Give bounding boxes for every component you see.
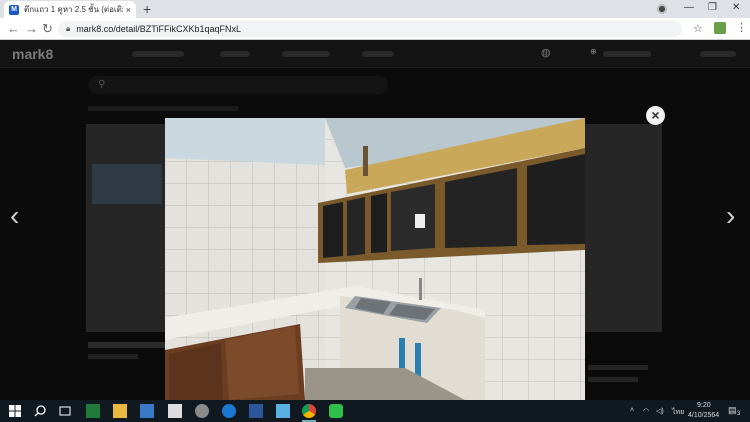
search-icon[interactable] (33, 404, 47, 418)
task-view-icon[interactable] (58, 404, 72, 418)
maximize-button[interactable]: ❐ (708, 2, 717, 13)
lightbox-photo (165, 118, 585, 400)
photos-icon[interactable] (276, 404, 290, 418)
minimize-button[interactable]: — (684, 2, 694, 13)
nav-item[interactable] (132, 51, 184, 57)
line-app-icon[interactable] (329, 404, 343, 418)
breadcrumb (88, 106, 238, 111)
word-icon[interactable] (249, 404, 263, 418)
lightbox-close-button[interactable]: × (646, 106, 665, 125)
store-icon[interactable] (140, 404, 154, 418)
listing-title (88, 342, 168, 348)
nav-item[interactable] (362, 51, 394, 57)
clock-date[interactable]: 4/10/2564 (688, 412, 719, 419)
windows-start-icon[interactable] (8, 404, 22, 418)
site-logo[interactable]: mark8 (12, 46, 53, 62)
tab-close-icon[interactable]: × (126, 5, 131, 15)
network-icon[interactable]: ◠ (643, 407, 649, 415)
language-indicator[interactable]: ไทย (672, 407, 684, 418)
search-icon: ⚲ (98, 79, 106, 90)
post-listing-label (603, 51, 651, 57)
excel-icon[interactable] (86, 404, 100, 418)
window-close-button[interactable]: ✕ (732, 2, 740, 13)
listing-side-text (588, 365, 648, 370)
mail-icon[interactable] (168, 404, 182, 418)
lock-icon: 🔒︎ (66, 24, 71, 33)
browser-menu-icon[interactable]: ⋮ (736, 21, 747, 34)
extension-icon[interactable] (714, 22, 726, 34)
chrome-icon[interactable] (302, 404, 316, 418)
reload-icon[interactable]: ↻ (42, 21, 53, 37)
windows-taskbar: ˄ ◠ ◁) ไทย 9:20 4/10/2564 ▤ 3 (0, 400, 750, 422)
listing-side-text (588, 377, 638, 382)
address-bar[interactable]: 🔒︎ mark8.co/detail/BZTiFFikCXKb1qaqFNxL (58, 21, 682, 37)
tray-chevron-icon[interactable]: ˄ (630, 407, 634, 414)
forward-icon[interactable]: → (25, 21, 38, 37)
site-header: mark8 ◍ ⊕ (0, 40, 750, 68)
nav-item[interactable] (282, 51, 330, 57)
clock-time[interactable]: 9:20 (697, 402, 711, 409)
prev-image-button[interactable]: ‹ (10, 202, 19, 230)
user-menu[interactable] (700, 51, 736, 57)
search-bar[interactable]: ⚲ (88, 76, 388, 94)
app-icon[interactable] (195, 404, 209, 418)
volume-icon[interactable]: ◁) (656, 407, 664, 415)
notification-icon[interactable]: ▤ (728, 405, 737, 416)
tab-title: ตึกแถว 1 คูหา 2.5 ชั้น (ต่อเติมชั้นลอย..… (24, 5, 123, 14)
browser-toolbar: ← → ↻ 🔒︎ mark8.co/detail/BZTiFFikCXKb1qa… (0, 18, 750, 40)
browser-tab-active[interactable]: M ตึกแถว 1 คูหา 2.5 ชั้น (ต่อเติมชั้นลอย… (4, 1, 136, 18)
notification-count: 3 (737, 411, 741, 417)
edge-icon[interactable] (222, 404, 236, 418)
new-tab-button[interactable]: + (143, 1, 151, 17)
back-icon[interactable]: ← (7, 21, 20, 37)
kitchen-photo (165, 118, 585, 400)
bookmark-star-icon[interactable]: ☆ (693, 22, 703, 35)
url-text: mark8.co/detail/BZTiFFikCXKb1qaqFNxL (76, 24, 241, 34)
next-image-button[interactable]: › (726, 202, 735, 230)
file-explorer-icon[interactable] (113, 404, 127, 418)
nav-item[interactable] (220, 51, 250, 57)
profile-icon[interactable] (657, 4, 667, 14)
language-globe-icon[interactable]: ◍ (541, 46, 551, 59)
browser-tabstrip: M ตึกแถว 1 คูหา 2.5 ชั้น (ต่อเติมชั้นลอย… (0, 0, 750, 18)
listing-subtitle (88, 354, 138, 359)
post-listing-button[interactable]: ⊕ (590, 47, 597, 56)
site-favicon-icon: M (9, 4, 19, 15)
